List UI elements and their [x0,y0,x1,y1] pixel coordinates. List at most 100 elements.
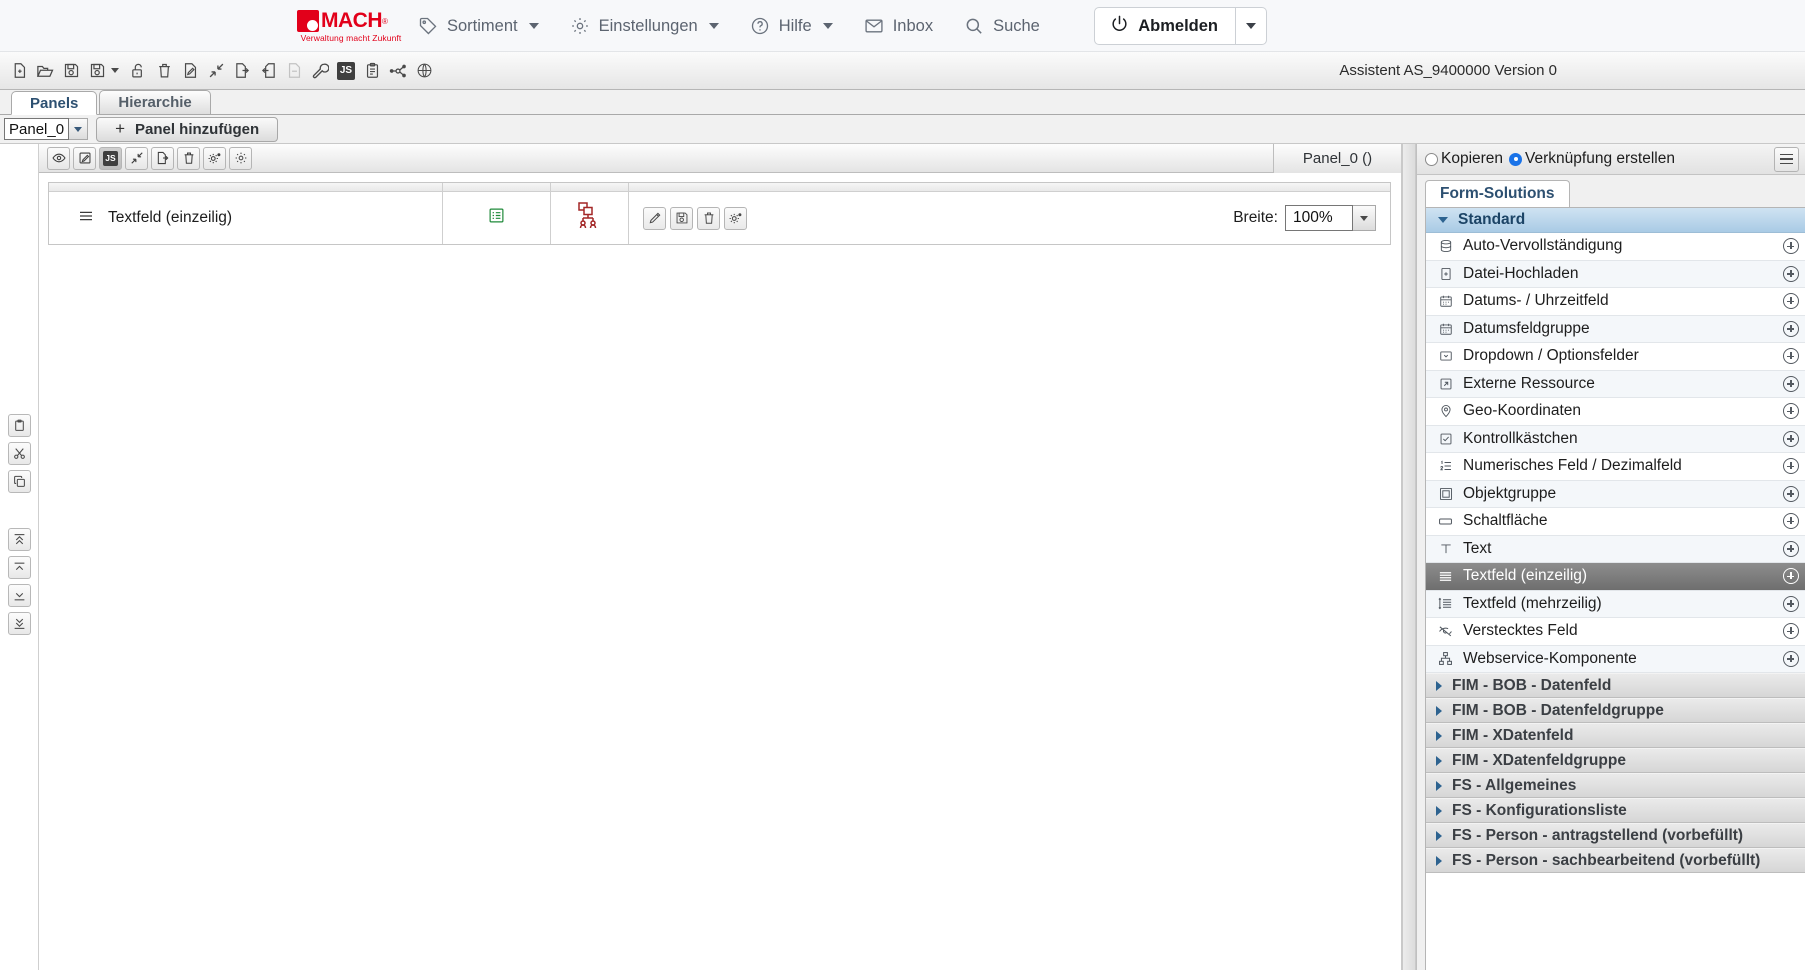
add-component-button[interactable] [1783,513,1799,530]
delete-panel-icon[interactable] [177,146,200,170]
red-link-group-icon[interactable] [577,201,603,236]
export-panel-icon[interactable] [151,146,174,170]
palette-item-auto-vervollstaendigung[interactable]: Auto-Vervollständigung [1426,233,1805,261]
palette-item-textfeld-einzeilig[interactable]: Textfeld (einzeilig) [1426,563,1805,591]
save-as-icon[interactable] [84,58,110,84]
palette-item-objektgruppe[interactable]: Objektgruppe [1426,480,1805,508]
palette-item-geo-koordinaten[interactable]: Geo-Koordinaten [1426,398,1805,426]
group-header-standard[interactable]: Standard [1426,208,1805,233]
add-component-button[interactable] [1783,650,1799,667]
add-component-button[interactable] [1783,238,1799,255]
group-header-fim-xdatenfeld[interactable]: FIM - XDatenfeld [1426,723,1805,748]
import-icon[interactable] [255,58,281,84]
add-component-button[interactable] [1783,430,1799,447]
collapse-arrows-icon[interactable] [203,58,229,84]
palette-item-webservice-komponente[interactable]: Webservice-Komponente [1426,645,1805,673]
validation-icon[interactable] [125,146,148,170]
open-folder-icon[interactable] [32,58,58,84]
palette-item-datumsfeldgruppe[interactable]: Datumsfeldgruppe [1426,315,1805,343]
radio-button-selected[interactable] [1509,152,1523,166]
green-table-icon[interactable] [488,207,505,229]
logout-dropdown-button[interactable] [1236,7,1267,45]
copy-save-icon[interactable] [670,206,693,230]
hamburger-menu-icon[interactable] [1774,146,1799,172]
panel-select[interactable]: Panel_0 [4,118,89,140]
panel-settings-icon[interactable] [203,146,226,170]
tab-form-solutions[interactable]: Form-Solutions [1425,180,1570,207]
palette-item-kontrollkaestchen[interactable]: Kontrollkästchen [1426,425,1805,453]
save-icon[interactable] [58,58,84,84]
move-down-icon[interactable] [8,584,31,607]
add-component-button[interactable] [1783,595,1799,612]
palette-item-verstecktes-feld[interactable]: Verstecktes Feld [1426,618,1805,646]
tab-panels[interactable]: Panels [11,91,98,115]
new-document-icon[interactable] [6,58,32,84]
gear-icon[interactable] [229,146,252,170]
palette-item-datums-uhrzeitfeld[interactable]: Datums- / Uhrzeitfeld [1426,288,1805,316]
add-component-button[interactable] [1783,568,1799,585]
edit-pencil-icon[interactable] [73,146,96,170]
javascript-icon[interactable]: JS [99,146,122,170]
breite-select[interactable]: 100% [1285,205,1376,231]
cut-icon[interactable] [8,442,31,465]
move-up-icon[interactable] [8,556,31,579]
group-header-fs-person-antragstellend[interactable]: FS - Person - antragstellend (vorbefüllt… [1426,823,1805,848]
group-header-fim-xdatenfeldgruppe[interactable]: FIM - XDatenfeldgruppe [1426,748,1805,773]
group-header-fs-allgemeines[interactable]: FS - Allgemeines [1426,773,1805,798]
palette-item-schaltflaeche[interactable]: Schaltfläche [1426,508,1805,536]
add-component-button[interactable] [1783,458,1799,475]
add-component-button[interactable] [1783,540,1799,557]
nav-item-einstellungen[interactable]: Einstellungen [570,16,719,36]
delete-trash-icon[interactable] [151,58,177,84]
palette-item-externe-ressource[interactable]: Externe Ressource [1426,370,1805,398]
palette-item-datei-hochladen[interactable]: Datei-Hochladen [1426,260,1805,288]
globe-icon[interactable] [411,58,437,84]
breite-dropdown-button[interactable] [1353,205,1376,231]
vertical-splitter[interactable] [1402,144,1416,970]
add-component-button[interactable] [1783,485,1799,502]
save-as-chevron-down-icon[interactable] [111,68,119,73]
copy-icon[interactable] [8,470,31,493]
add-panel-button[interactable]: + Panel hinzufügen [96,116,279,142]
group-header-fs-person-sachbearbeitend[interactable]: FS - Person - sachbearbeitend (vorbefüll… [1426,848,1805,873]
export-icon[interactable] [229,58,255,84]
nav-item-sortiment[interactable]: Sortiment [418,16,539,36]
wrench-icon[interactable] [307,58,333,84]
drag-handle-icon[interactable] [78,208,94,229]
palette-item-text[interactable]: Text [1426,535,1805,563]
preview-eye-icon[interactable] [47,146,70,170]
move-top-icon[interactable] [8,528,31,551]
javascript-icon[interactable]: JS [333,58,359,84]
panel-select-dropdown-button[interactable] [69,118,89,140]
radio-verknuepfung-erstellen[interactable]: Verknüpfung erstellen [1509,150,1675,168]
delete-trash-icon[interactable] [697,206,720,230]
palette-item-numerisches-feld[interactable]: Numerisches Feld / Dezimalfeld [1426,453,1805,481]
nav-item-hilfe[interactable]: Hilfe [750,16,833,36]
add-component-button[interactable] [1783,320,1799,337]
edit-pencil-icon[interactable] [643,206,666,230]
group-header-fs-konfigurationsliste[interactable]: FS - Konfigurationsliste [1426,798,1805,823]
paste-icon[interactable] [8,414,31,437]
add-component-button[interactable] [1783,348,1799,365]
node-graph-icon[interactable] [385,58,411,84]
rename-edit-icon[interactable] [177,58,203,84]
add-component-button[interactable] [1783,403,1799,420]
radio-button-unselected[interactable] [1425,152,1438,166]
palette-list[interactable]: Standard Auto-Vervollständigung Datei-Ho… [1425,207,1805,970]
table-row[interactable]: Textfeld (einzeilig) Breite: 100% [49,192,1390,244]
nav-item-inbox[interactable]: Inbox [864,16,933,36]
group-header-fim-bob-datenfeld[interactable]: FIM - BOB - Datenfeld [1426,673,1805,698]
add-component-button[interactable] [1783,265,1799,282]
settings-cog-icon[interactable] [724,206,747,230]
move-bottom-icon[interactable] [8,612,31,635]
nav-item-suche[interactable]: Suche [964,16,1040,36]
add-component-button[interactable] [1783,623,1799,640]
palette-item-dropdown-optionsfelder[interactable]: Dropdown / Optionsfelder [1426,343,1805,371]
unlock-icon[interactable] [125,58,151,84]
logout-button[interactable]: Abmelden [1094,7,1236,45]
clipboard-icon[interactable] [359,58,385,84]
tab-hierarchie[interactable]: Hierarchie [99,90,211,114]
palette-item-textfeld-mehrzeilig[interactable]: Textfeld (mehrzeilig) [1426,590,1805,618]
group-header-fim-bob-datenfeldgruppe[interactable]: FIM - BOB - Datenfeldgruppe [1426,698,1805,723]
radio-kopieren[interactable]: Kopieren [1425,150,1503,168]
